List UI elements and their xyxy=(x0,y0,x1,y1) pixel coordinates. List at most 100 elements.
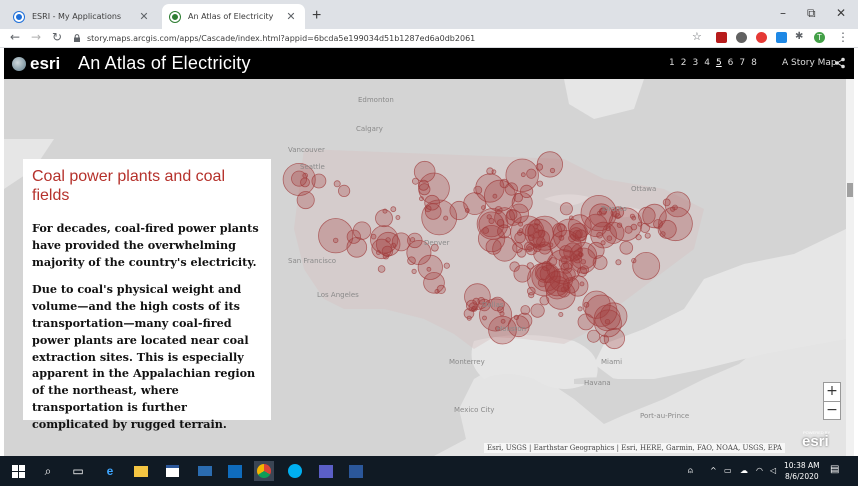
power-plant-marker[interactable] xyxy=(318,218,354,254)
edge-icon[interactable]: e xyxy=(100,461,120,481)
power-plant-marker[interactable] xyxy=(409,237,416,243)
power-plant-marker[interactable] xyxy=(644,232,651,239)
page-scrollbar[interactable] xyxy=(846,79,854,456)
extension-circle-icon[interactable] xyxy=(736,32,747,43)
power-plant-marker[interactable] xyxy=(476,208,509,240)
section-link-4[interactable]: 4 xyxy=(703,58,711,68)
power-plant-marker[interactable] xyxy=(504,182,518,196)
power-plant-marker[interactable] xyxy=(488,217,495,224)
volume-icon[interactable]: ◁ xyxy=(770,466,776,475)
power-plant-marker[interactable] xyxy=(579,281,585,287)
power-plant-marker[interactable] xyxy=(506,209,518,221)
power-plant-marker[interactable] xyxy=(418,172,450,205)
esri-logo[interactable]: esri xyxy=(12,54,60,74)
profile-avatar[interactable]: T xyxy=(814,32,825,43)
mail-icon[interactable] xyxy=(195,461,215,481)
power-plant-marker[interactable] xyxy=(629,213,635,219)
power-plant-marker[interactable] xyxy=(530,303,545,318)
chrome-icon[interactable] xyxy=(254,461,274,481)
power-plant-marker[interactable] xyxy=(536,180,544,187)
power-plant-marker[interactable] xyxy=(537,229,546,238)
power-plant-marker[interactable] xyxy=(599,334,610,345)
tab-close-icon[interactable]: ✕ xyxy=(138,10,150,23)
section-link-3[interactable]: 3 xyxy=(691,58,699,68)
search-icon[interactable]: ⌕ xyxy=(38,461,58,481)
power-plant-marker[interactable] xyxy=(486,167,494,175)
power-plant-marker[interactable] xyxy=(528,292,535,299)
power-plant-marker[interactable] xyxy=(411,268,417,274)
power-plant-marker[interactable] xyxy=(463,192,487,215)
power-plant-marker[interactable] xyxy=(637,221,643,227)
chrome-menu-icon[interactable]: ⋮ xyxy=(837,30,849,44)
share-icon[interactable] xyxy=(834,57,846,69)
power-plant-marker[interactable] xyxy=(421,199,458,236)
power-plant-marker[interactable] xyxy=(518,221,524,227)
power-plant-marker[interactable] xyxy=(527,262,561,297)
power-plant-marker[interactable] xyxy=(662,198,671,207)
task-view-icon[interactable]: ▭ xyxy=(68,461,88,481)
minimize-button[interactable]: – xyxy=(780,6,786,20)
word-icon[interactable] xyxy=(346,461,366,481)
forward-icon[interactable]: → xyxy=(31,30,41,44)
power-plant-marker[interactable] xyxy=(522,223,535,237)
address-bar[interactable]: story.maps.arcgis.com/apps/Cascade/index… xyxy=(73,30,713,46)
section-link-6[interactable]: 6 xyxy=(727,58,735,68)
power-plant-marker[interactable] xyxy=(352,221,372,240)
power-plant-marker[interactable] xyxy=(333,237,339,244)
tab-atlas-of-electricity[interactable]: An Atlas of Electricity ✕ xyxy=(162,4,305,29)
power-plant-marker[interactable] xyxy=(558,311,564,317)
power-plant-marker[interactable] xyxy=(580,265,590,275)
power-plant-marker[interactable] xyxy=(559,202,573,216)
power-plant-marker[interactable] xyxy=(563,277,580,294)
power-plant-marker[interactable] xyxy=(436,284,446,294)
esri-watermark[interactable]: esri xyxy=(802,433,829,450)
power-plant-marker[interactable] xyxy=(411,177,419,185)
power-plant-marker[interactable] xyxy=(443,262,450,269)
show-hidden-icons[interactable]: ^ xyxy=(710,466,717,475)
power-plant-marker[interactable] xyxy=(568,215,574,221)
power-plant-marker[interactable] xyxy=(395,215,401,220)
power-plant-marker[interactable] xyxy=(573,254,583,264)
outlook-icon[interactable] xyxy=(225,461,245,481)
power-plant-marker[interactable] xyxy=(558,234,565,241)
store-icon[interactable] xyxy=(162,461,182,481)
power-plant-marker[interactable] xyxy=(535,163,544,171)
new-tab-button[interactable]: + xyxy=(312,7,321,25)
power-plant-marker[interactable] xyxy=(559,245,573,259)
power-plant-marker[interactable] xyxy=(518,228,524,234)
power-plant-marker[interactable] xyxy=(492,193,498,199)
section-link-5[interactable]: 5 xyxy=(715,58,723,68)
power-plant-marker[interactable] xyxy=(630,223,638,231)
power-plant-marker[interactable] xyxy=(472,297,481,306)
tab-esri-my-applications[interactable]: ESRI - My Applications ✕ xyxy=(6,4,158,29)
bookmark-star-icon[interactable]: ☆ xyxy=(692,30,702,43)
reload-icon[interactable]: ↻ xyxy=(52,30,62,44)
skype-icon[interactable] xyxy=(285,461,305,481)
power-plant-marker[interactable] xyxy=(534,219,541,226)
power-plant-marker[interactable] xyxy=(519,184,534,199)
power-plant-marker[interactable] xyxy=(587,329,601,343)
power-plant-marker[interactable] xyxy=(632,251,661,280)
power-plant-marker[interactable] xyxy=(572,230,582,240)
section-link-1[interactable]: 1 xyxy=(668,58,676,68)
extension-shield-icon[interactable] xyxy=(776,32,787,43)
section-link-7[interactable]: 7 xyxy=(738,58,746,68)
teams-icon[interactable] xyxy=(316,461,336,481)
pdf-extension-icon[interactable] xyxy=(716,32,727,43)
power-plant-marker[interactable] xyxy=(520,172,526,178)
power-plant-marker[interactable] xyxy=(407,256,416,266)
battery-icon[interactable]: ▭ xyxy=(724,466,732,475)
power-plant-marker[interactable] xyxy=(524,241,535,253)
power-plant-marker[interactable] xyxy=(577,306,583,312)
zoom-out-button[interactable]: − xyxy=(824,401,840,419)
power-plant-marker[interactable] xyxy=(615,259,622,266)
power-plant-marker[interactable] xyxy=(577,313,595,331)
power-plant-marker[interactable] xyxy=(426,266,432,272)
story-map-link[interactable]: A Story Map xyxy=(782,58,837,68)
power-plant-marker[interactable] xyxy=(619,241,634,255)
people-icon[interactable]: ⍝ xyxy=(688,466,693,476)
extension-red-icon[interactable] xyxy=(756,32,767,43)
system-clock[interactable]: 10:38 AM 8/6/2020 xyxy=(784,460,820,482)
power-plant-marker[interactable] xyxy=(549,167,556,174)
scrollbar-thumb[interactable] xyxy=(847,183,853,197)
